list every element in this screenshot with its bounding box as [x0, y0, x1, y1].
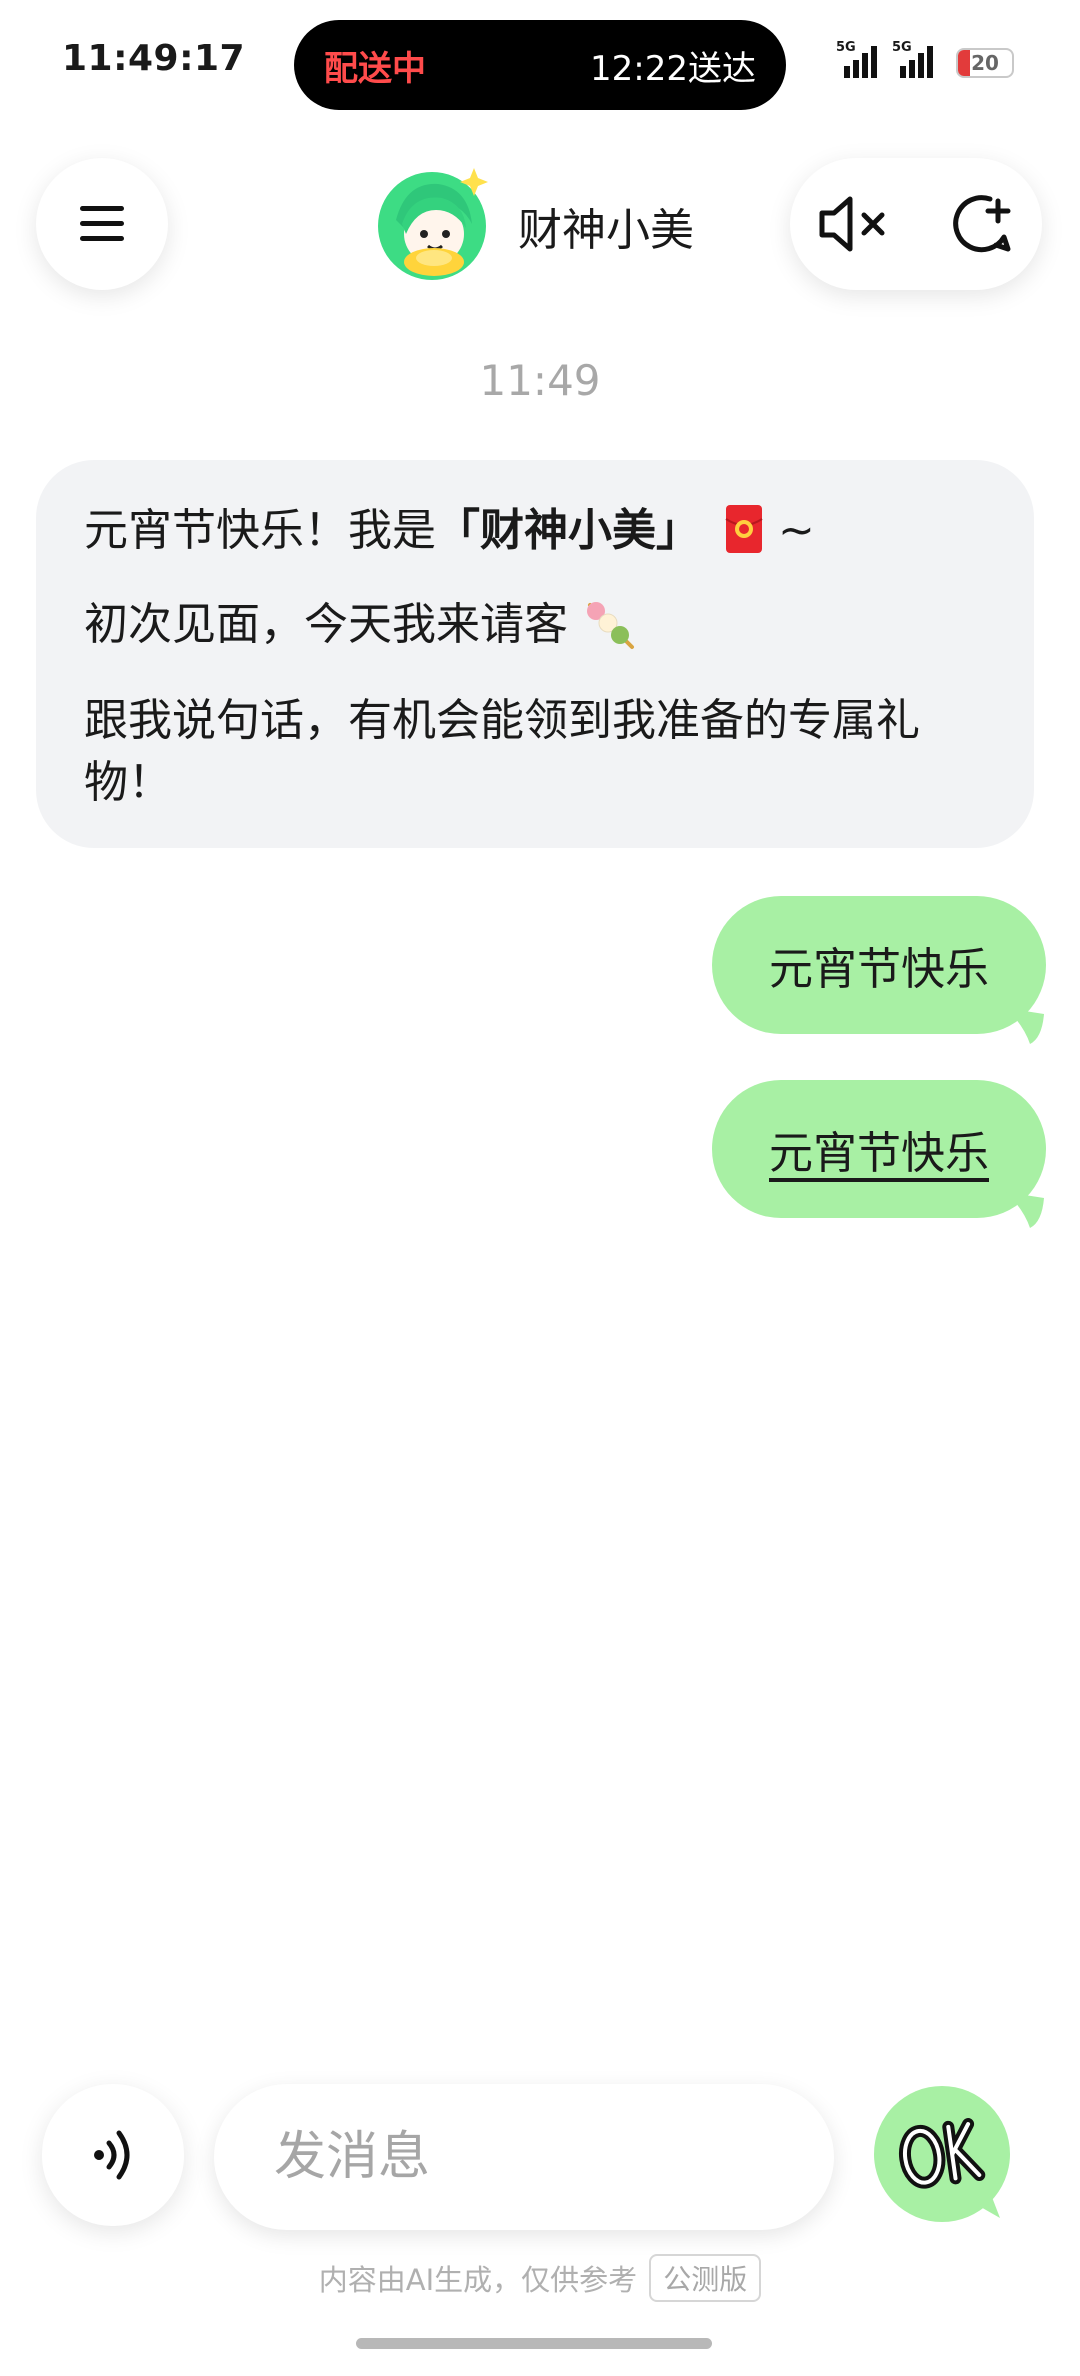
delivery-eta: 12:22送达 [590, 48, 756, 89]
status-time: 11:49:17 [62, 38, 246, 79]
signal-strength-icon: 5G [836, 40, 880, 80]
home-indicator[interactable] [356, 2338, 712, 2349]
avatar[interactable] [376, 164, 494, 282]
chat-timestamp: 11:49 [479, 356, 601, 405]
intro-text: 初次见面，今天我来请客 [84, 599, 568, 650]
new-chat-button[interactable] [939, 184, 1019, 264]
tangyuan-skewer-icon [587, 602, 634, 649]
message-input[interactable] [272, 2126, 776, 2188]
header-actions [790, 158, 1042, 290]
bot-message-line-2: 初次见面，今天我来请客 [84, 594, 986, 656]
new-chat-icon [953, 195, 1011, 253]
page-title: 财神小美 [518, 205, 694, 256]
user-message-text: 元宵节快乐 [769, 1128, 989, 1179]
greeting-text: 元宵节快乐！我是 [84, 505, 436, 556]
beta-badge: 公测版 [649, 2254, 762, 2302]
menu-button[interactable] [36, 158, 168, 290]
tilde-text: ~ [764, 505, 815, 556]
delivery-status: 配送中 [324, 48, 426, 89]
voice-input-button[interactable] [42, 2084, 184, 2226]
ok-send-button[interactable] [872, 2084, 1018, 2230]
hamburger-icon [80, 206, 124, 241]
ai-disclaimer: 内容由AI生成，仅供参考 公测版 [0, 2254, 1080, 2302]
battery-icon: 20 [956, 48, 1014, 78]
ok-send-icon [874, 2086, 1010, 2222]
user-message-bubble[interactable]: 元宵节快乐 [712, 896, 1046, 1034]
mute-button[interactable] [813, 184, 893, 264]
battery-level: 20 [971, 51, 999, 75]
bot-message-bubble[interactable]: 元宵节快乐！我是「财神小美」 ~ 初次见面，今天我来请客 跟我说句话，有机会能领… [36, 460, 1034, 848]
bot-name-text: 「财神小美」 [436, 505, 700, 556]
bubble-tail [1006, 1192, 1044, 1228]
red-envelope-icon [725, 505, 763, 553]
speaker-muted-icon [819, 196, 885, 252]
disclaimer-text: 内容由AI生成，仅供参考 [318, 2263, 638, 2297]
bubble-tail [1006, 1008, 1044, 1044]
bot-message-line-1: 元宵节快乐！我是「财神小美」 ~ [84, 500, 986, 562]
voice-input-icon [94, 2130, 130, 2180]
message-input-container[interactable] [214, 2084, 834, 2230]
user-message-text: 元宵节快乐 [769, 944, 989, 995]
user-message-bubble[interactable]: 元宵节快乐 [712, 1080, 1046, 1218]
signal-strength-icon-2: 5G [892, 40, 936, 80]
delivery-live-activity[interactable]: 配送中 12:22送达 [294, 20, 786, 110]
bot-message-line-3: 跟我说句话，有机会能领到我准备的专属礼物！ [84, 695, 920, 808]
